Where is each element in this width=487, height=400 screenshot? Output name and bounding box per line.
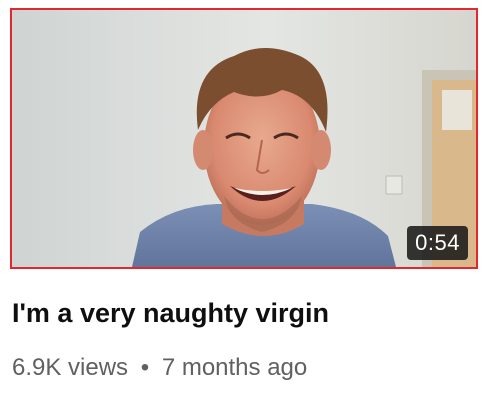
- video-title[interactable]: I'm a very naughty virgin: [12, 296, 472, 330]
- duration-badge: 0:54: [407, 226, 468, 260]
- video-metadata: 6.9K views • 7 months ago: [12, 353, 307, 383]
- meta-separator: •: [140, 354, 150, 381]
- upload-age: 7 months ago: [161, 354, 308, 381]
- video-card[interactable]: 0:54 I'm a very naughty virgin 6.9K view…: [0, 0, 487, 400]
- view-count: 6.9K views: [12, 354, 129, 381]
- video-thumbnail[interactable]: 0:54: [10, 8, 478, 269]
